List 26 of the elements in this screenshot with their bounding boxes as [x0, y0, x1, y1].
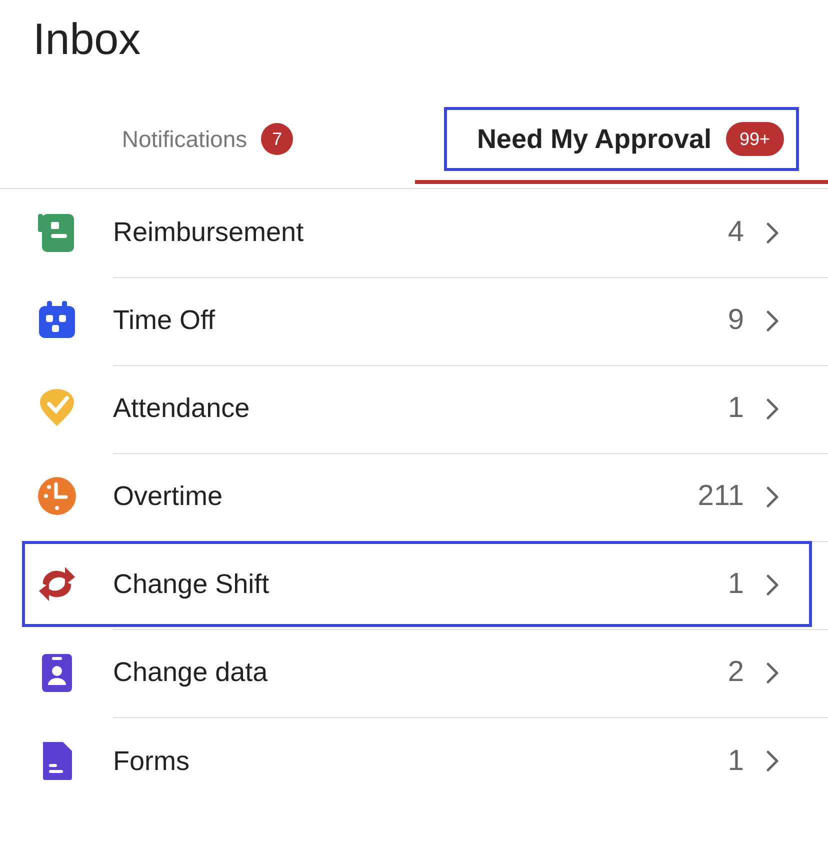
item-count: 1: [728, 744, 744, 778]
page-title: Inbox: [32, 14, 141, 66]
list-item[interactable]: Overtime 211: [0, 453, 828, 541]
list-item[interactable]: Change Shift 1: [0, 541, 828, 629]
count-badge: 7: [261, 123, 294, 155]
item-count: 1: [728, 392, 744, 425]
chevron-icon: [764, 749, 780, 773]
list-item[interactable]: Reimbursement 4: [0, 189, 828, 277]
chevron-icon: [764, 572, 780, 596]
list-item[interactable]: Attendance 1: [0, 365, 828, 453]
count-badge: 99+: [726, 122, 784, 156]
list-item[interactable]: Change data 2: [0, 629, 828, 717]
chevron-icon: [764, 484, 780, 508]
item-count: 1: [728, 568, 744, 601]
item-count: 9: [728, 304, 744, 337]
item-count: 2: [728, 656, 744, 689]
list-item[interactable]: Time Off 9: [0, 277, 828, 365]
item-count: 211: [698, 480, 744, 513]
chevron-icon: [764, 308, 780, 332]
tab[interactable]: Notifications 7: [110, 110, 306, 168]
chevron-icon: [764, 660, 780, 684]
item-count: 4: [728, 216, 744, 249]
chevron-icon: [764, 220, 780, 244]
chevron-icon: [764, 396, 780, 420]
tab[interactable]: Need My Approval 99+: [446, 110, 796, 168]
list-item[interactable]: Forms 1: [0, 717, 828, 805]
